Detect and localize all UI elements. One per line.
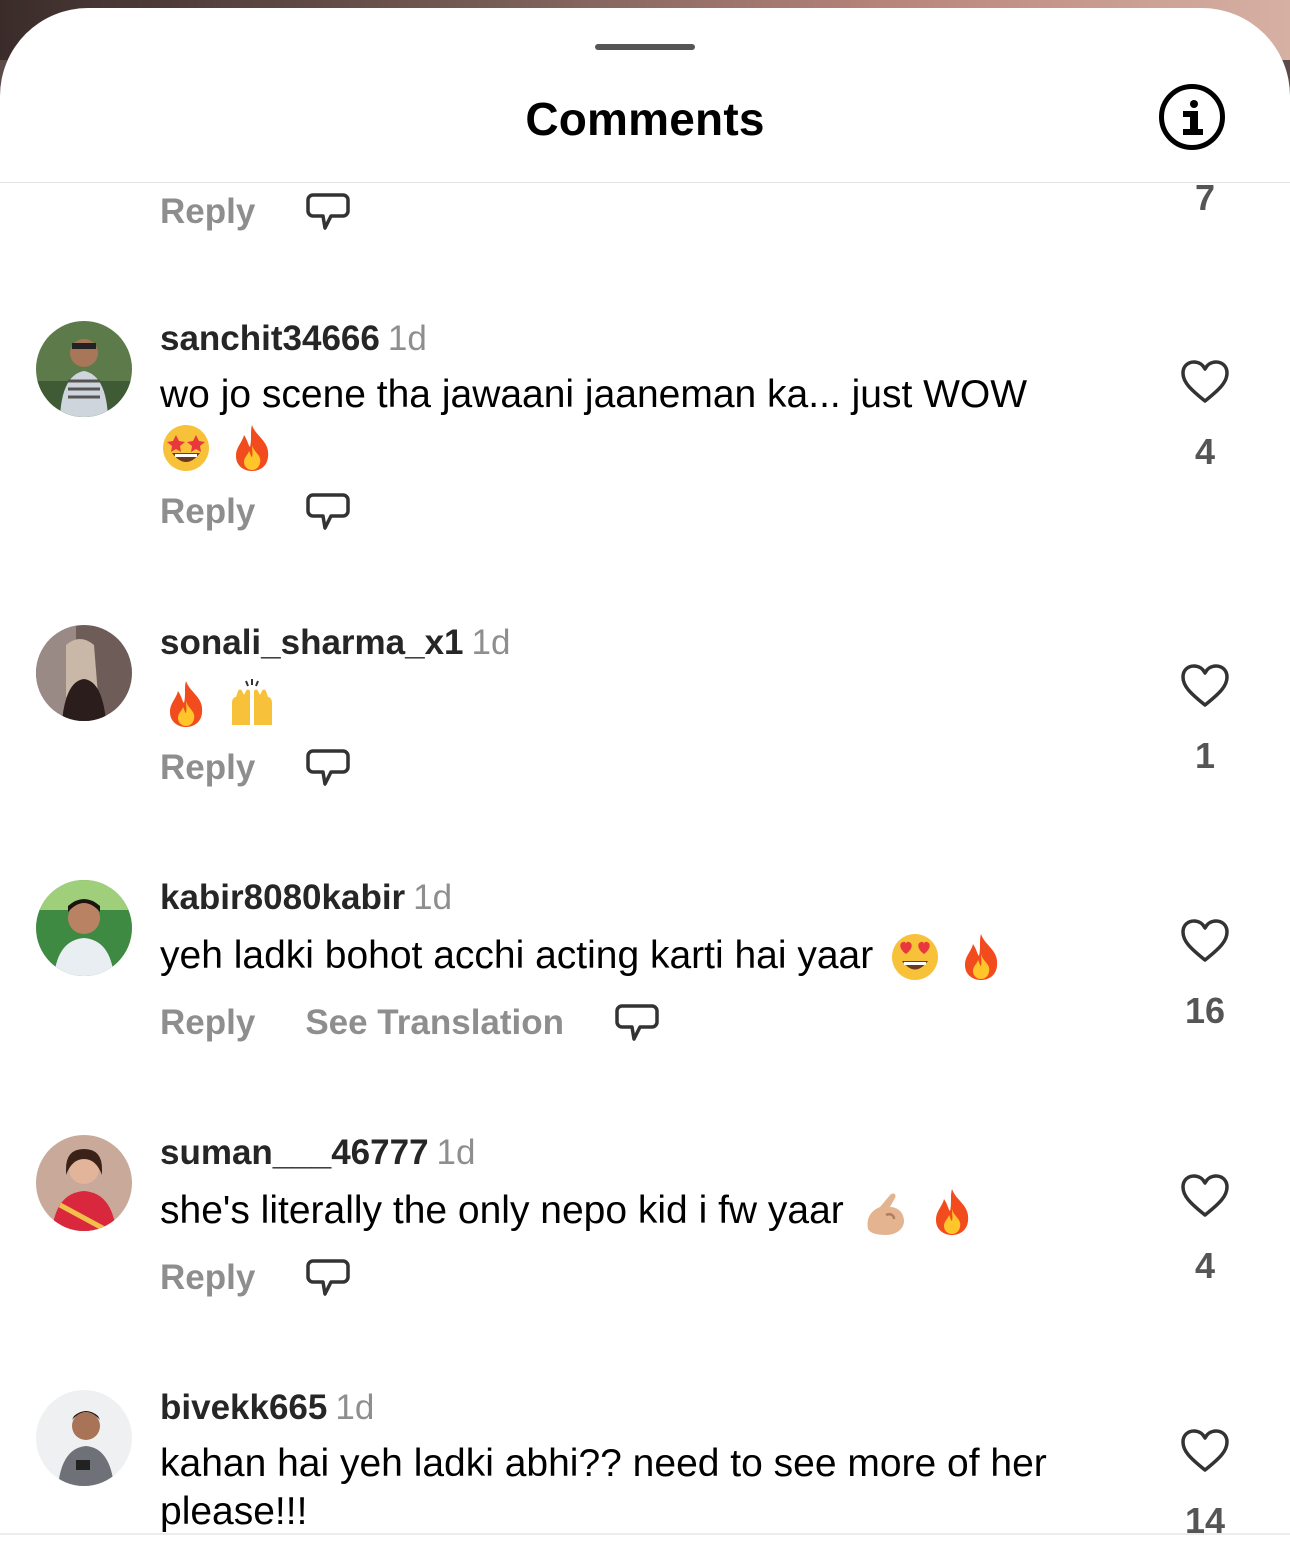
like-count: 14 [1184,1500,1226,1541]
reply-bubble-icon[interactable] [305,745,351,791]
reply-button[interactable]: Reply [160,192,255,232]
pinching-hand-emoji-icon [867,1193,904,1235]
like-button[interactable] [1180,663,1230,709]
emoji-row [160,677,1120,729]
raising-hands-emoji-icon [232,679,272,725]
emoji-row [160,421,1120,473]
heart-icon[interactable] [1180,359,1230,405]
timestamp: 1d [335,1388,375,1427]
info-icon[interactable] [1159,84,1225,150]
username[interactable]: bivekk665 [160,1388,327,1427]
timestamp: 1d [387,319,427,358]
reply-bubble-icon[interactable] [305,189,351,235]
username[interactable]: sanchit34666 [160,319,380,358]
comment-list[interactable]: Reply 7 sanchit34666 1d wo jo scene tha j… [0,183,1290,1543]
heart-eyes-emoji-icon [892,934,939,980]
fire-emoji-icon [935,1189,968,1235]
like-count: 16 [1184,990,1226,1031]
fire-emoji-icon [170,681,203,727]
star-struck-emoji-icon [163,425,209,471]
heart-icon[interactable] [1180,1173,1230,1219]
timestamp: 1d [413,878,453,917]
fire-emoji-icon [965,934,998,980]
like-count: 4 [1194,1245,1216,1286]
avatar[interactable] [36,1135,132,1231]
emoji-row [889,930,1007,982]
comment-text: yeh ladki bohot acchi acting karti hai y… [160,934,874,977]
like-button[interactable] [1180,918,1230,964]
see-translation-button[interactable]: See Translation [305,1003,564,1043]
like-button[interactable] [1180,359,1230,405]
reply-bubble-icon[interactable] [305,1255,351,1301]
username[interactable]: sonali_sharma_x1 [160,623,464,662]
username[interactable]: kabir8080kabir [160,878,405,917]
sheet-grabber[interactable] [595,44,695,50]
avatar[interactable] [36,321,132,417]
reply-bubble-icon[interactable] [305,489,351,535]
avatar[interactable] [36,1390,132,1486]
timestamp: 1d [471,623,511,662]
like-count: 1 [1194,735,1216,776]
fire-emoji-icon [236,425,269,471]
comment-text: wo jo scene tha jawaani jaaneman ka... j… [160,373,1028,416]
username[interactable]: suman___46777 [160,1133,429,1172]
reply-button[interactable]: Reply [160,492,255,532]
heart-icon[interactable] [1180,1428,1230,1474]
comments-sheet: Comments Reply 7 sanchit34666 1d wo jo sc… [0,8,1290,1554]
reply-bubble-icon[interactable] [614,1000,660,1046]
heart-icon[interactable] [1180,918,1230,964]
reply-button[interactable]: Reply [160,1003,255,1043]
timestamp: 1d [436,1133,476,1172]
page-title: Comments [525,93,765,145]
like-button[interactable] [1180,1428,1230,1474]
emoji-row [860,1185,978,1237]
like-count: 4 [1194,431,1216,472]
reply-button[interactable]: Reply [160,1258,255,1298]
reply-button[interactable]: Reply [160,748,255,788]
avatar[interactable] [36,880,132,976]
bottom-divider [0,1533,1290,1535]
like-button[interactable] [1180,1173,1230,1219]
comment-text: she's literally the only nepo kid i fw y… [160,1189,844,1232]
avatar[interactable] [36,625,132,721]
heart-icon[interactable] [1180,663,1230,709]
like-count: 7 [1194,183,1216,218]
comment-text: kahan hai yeh ladki abhi?? need to see m… [160,1442,1047,1533]
